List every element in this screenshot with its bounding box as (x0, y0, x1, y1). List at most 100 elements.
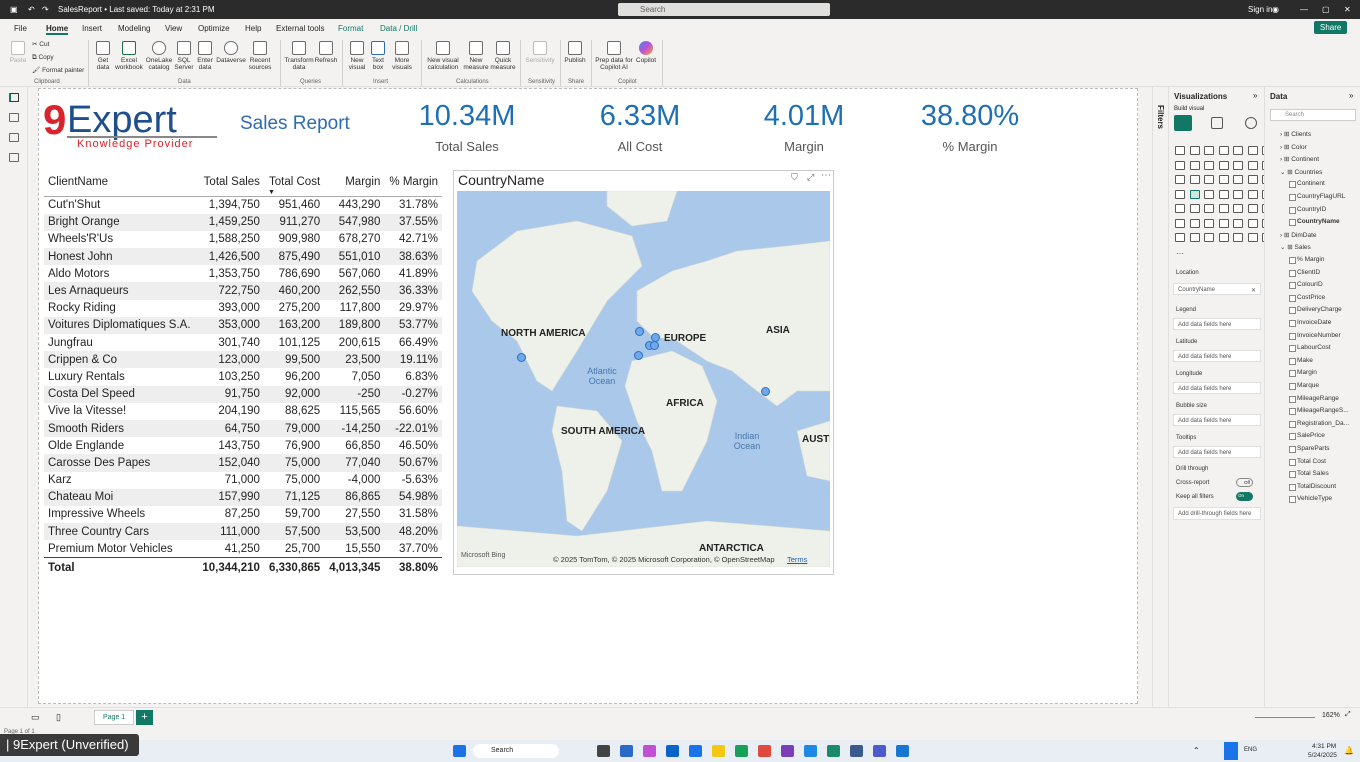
onelake-button[interactable]: OneLake catalog (144, 41, 174, 71)
table-row[interactable]: Crippen & Co 123,000 99,500 23,500 19.11% (44, 351, 442, 369)
edge-icon[interactable] (689, 745, 702, 757)
data-table[interactable]: › ⊞ Clients (1280, 130, 1311, 138)
table-row[interactable]: Three Country Cars 111,000 57,500 53,500 48.… (44, 523, 442, 541)
model-view-icon[interactable] (9, 133, 19, 142)
map-bubble[interactable] (634, 351, 643, 360)
data-field[interactable]: LabourCost (1289, 344, 1331, 353)
visual-type-icon[interactable] (1233, 160, 1243, 170)
visual-type-icon[interactable] (1233, 146, 1243, 155)
table-row[interactable]: Vive la Vitesse! 204,190 88,625 115,565 56.6… (44, 403, 442, 420)
avatar[interactable]: ◉ (1272, 5, 1279, 14)
copilot-button[interactable]: Copilot (634, 41, 658, 64)
menu-insert[interactable]: Insert (82, 24, 102, 33)
close-button[interactable]: ✕ (1344, 5, 1351, 14)
data-table[interactable]: › ⊞ Color (1280, 143, 1307, 151)
map-attribution[interactable]: © 2025 TomTom, © 2025 Microsoft Corporat… (553, 555, 775, 564)
quick-measure-button[interactable]: Quick measure (490, 41, 516, 71)
table-row[interactable]: Smooth Riders 64,750 79,000 -14,250 -22.01% (44, 419, 442, 438)
clock-time[interactable]: 4:31 PM (1312, 743, 1336, 750)
visual-type-icon[interactable] (1233, 189, 1243, 199)
visual-type-icon[interactable] (1218, 218, 1229, 228)
tray-chevron-icon[interactable]: ⌃ (1193, 746, 1200, 755)
latitude-well[interactable]: Add data fields here (1173, 350, 1261, 362)
data-field[interactable]: CostPrice (1288, 294, 1325, 302)
table-row[interactable]: Voitures Diplomatiques S.A. 353,000 163,20… (44, 316, 442, 334)
mic-icon[interactable] (1224, 742, 1238, 760)
visual-type-icon[interactable] (1175, 175, 1185, 184)
visual-type-icon[interactable] (1233, 175, 1243, 184)
cross-report-toggle[interactable]: Off (1236, 478, 1253, 487)
table-row[interactable]: Les Arnaqueurs 722,750 460,200 262,550 36.33… (44, 282, 442, 300)
data-field[interactable]: TotalDiscount (1288, 483, 1336, 491)
excel-taskbar-icon[interactable] (735, 745, 748, 757)
keep-filters-toggle[interactable]: On (1236, 492, 1253, 501)
prep-data-copilot-button[interactable]: Prep data for Copilot AI (594, 41, 634, 71)
undo-icon[interactable]: ↶ (28, 5, 35, 14)
kpi-all-cost[interactable]: 6.33M All Cost (560, 100, 720, 154)
mobile-layout-icon[interactable]: ▯ (56, 712, 61, 723)
dax-query-view-icon[interactable] (9, 153, 19, 162)
table-row[interactable]: Jungfrau 301,740 101,125 200,615 66.49% (44, 334, 442, 351)
map-bubble[interactable] (761, 387, 770, 396)
visual-type-icon[interactable] (1233, 233, 1243, 242)
visual-type-icon[interactable] (1189, 189, 1200, 199)
visual-type-icon[interactable] (1218, 204, 1229, 213)
desktop-layout-icon[interactable]: ▭ (31, 712, 40, 723)
save-icon[interactable]: ▣ (10, 5, 18, 14)
table-row[interactable]: Impressive Wheels 87,250 59,700 27,550 31.58… (44, 506, 442, 523)
menu-help[interactable]: Help (245, 24, 261, 33)
data-field[interactable]: CountryID (1288, 206, 1326, 214)
visual-type-icon[interactable] (1175, 146, 1185, 155)
publish-button[interactable]: Publish (563, 41, 587, 64)
visual-type-icon[interactable] (1247, 160, 1258, 170)
table-row[interactable]: Aldo Motors 1,353,750 786,690 567,060 41.89% (44, 265, 442, 282)
paste-button[interactable]: Paste (8, 41, 28, 64)
store-icon[interactable] (620, 745, 633, 757)
menu-modeling[interactable]: Modeling (118, 24, 150, 33)
data-table[interactable]: › ⊞ Continent (1280, 155, 1319, 163)
signin-link[interactable]: Sign in (1248, 5, 1272, 14)
minimize-button[interactable]: — (1300, 5, 1308, 14)
menu-external-tools[interactable]: External tools (276, 24, 324, 33)
visual-type-icon[interactable] (1175, 204, 1185, 213)
visual-type-icon[interactable] (1247, 204, 1258, 213)
tooltips-well[interactable]: Add data fields here (1173, 446, 1261, 458)
language-indicator[interactable]: ENG (1244, 747, 1257, 753)
get-data-button[interactable]: Get data (92, 41, 114, 71)
terms-link[interactable]: Terms (787, 555, 807, 564)
cut-button[interactable]: ✂ Cut (32, 41, 49, 48)
table-row[interactable]: Carosse Des Papes 152,040 75,000 77,040 50.6… (44, 454, 442, 472)
drill-through-well[interactable]: Add drill-through fields here (1173, 507, 1261, 520)
data-field[interactable]: MileageRangeS... (1289, 407, 1349, 416)
visual-type-icon[interactable] (1189, 146, 1200, 155)
menu-home[interactable]: Home (46, 24, 69, 35)
column-header[interactable]: Margin (324, 173, 385, 197)
chrome-icon[interactable] (758, 745, 771, 757)
file-title[interactable]: SalesReport • Last saved: Today at 2:31 … (58, 5, 215, 14)
kpi-margin[interactable]: 4.01M Margin (724, 100, 884, 154)
focus-mode-icon[interactable]: ⤢ (807, 172, 814, 183)
table-expand-icon[interactable]: › ⊞ (1280, 232, 1291, 239)
enter-data-button[interactable]: Enter data (195, 41, 215, 71)
zoom-slider[interactable] (1255, 717, 1315, 718)
data-table[interactable]: › ⊞ DimDate (1280, 231, 1317, 239)
table-row[interactable]: Honest John 1,426,500 875,490 551,010 38.63% (44, 248, 442, 266)
share-button[interactable]: Share (1314, 21, 1348, 34)
sql-button[interactable]: SQL Server (174, 41, 194, 71)
location-well[interactable]: CountryName ✕ (1173, 283, 1261, 295)
filters-pane-collapsed[interactable]: Filters (1152, 87, 1168, 707)
sensitivity-button[interactable]: Sensitivity (524, 41, 556, 64)
visual-type-icon[interactable] (1189, 175, 1200, 184)
menu-file[interactable]: File (14, 24, 27, 33)
menu-optimize[interactable]: Optimize (198, 24, 230, 33)
visual-type-icon[interactable] (1175, 189, 1185, 199)
build-visual-icon[interactable] (1174, 115, 1192, 131)
data-field[interactable]: Continent (1289, 180, 1325, 189)
visual-type-icon[interactable] (1175, 218, 1185, 228)
data-table[interactable]: ⌄ ⊞ Sales (1280, 243, 1311, 251)
data-field[interactable]: SpareParts (1289, 445, 1330, 453)
data-field[interactable]: Total Cost (1289, 458, 1326, 466)
collapse-pane-icon[interactable]: » (1253, 91, 1257, 100)
table-row[interactable]: Premium Motor Vehicles 41,250 25,700 15,550… (44, 540, 442, 557)
sales-table[interactable]: ClientName Total Sales Total Cost ▼ Margin% … (44, 173, 442, 578)
